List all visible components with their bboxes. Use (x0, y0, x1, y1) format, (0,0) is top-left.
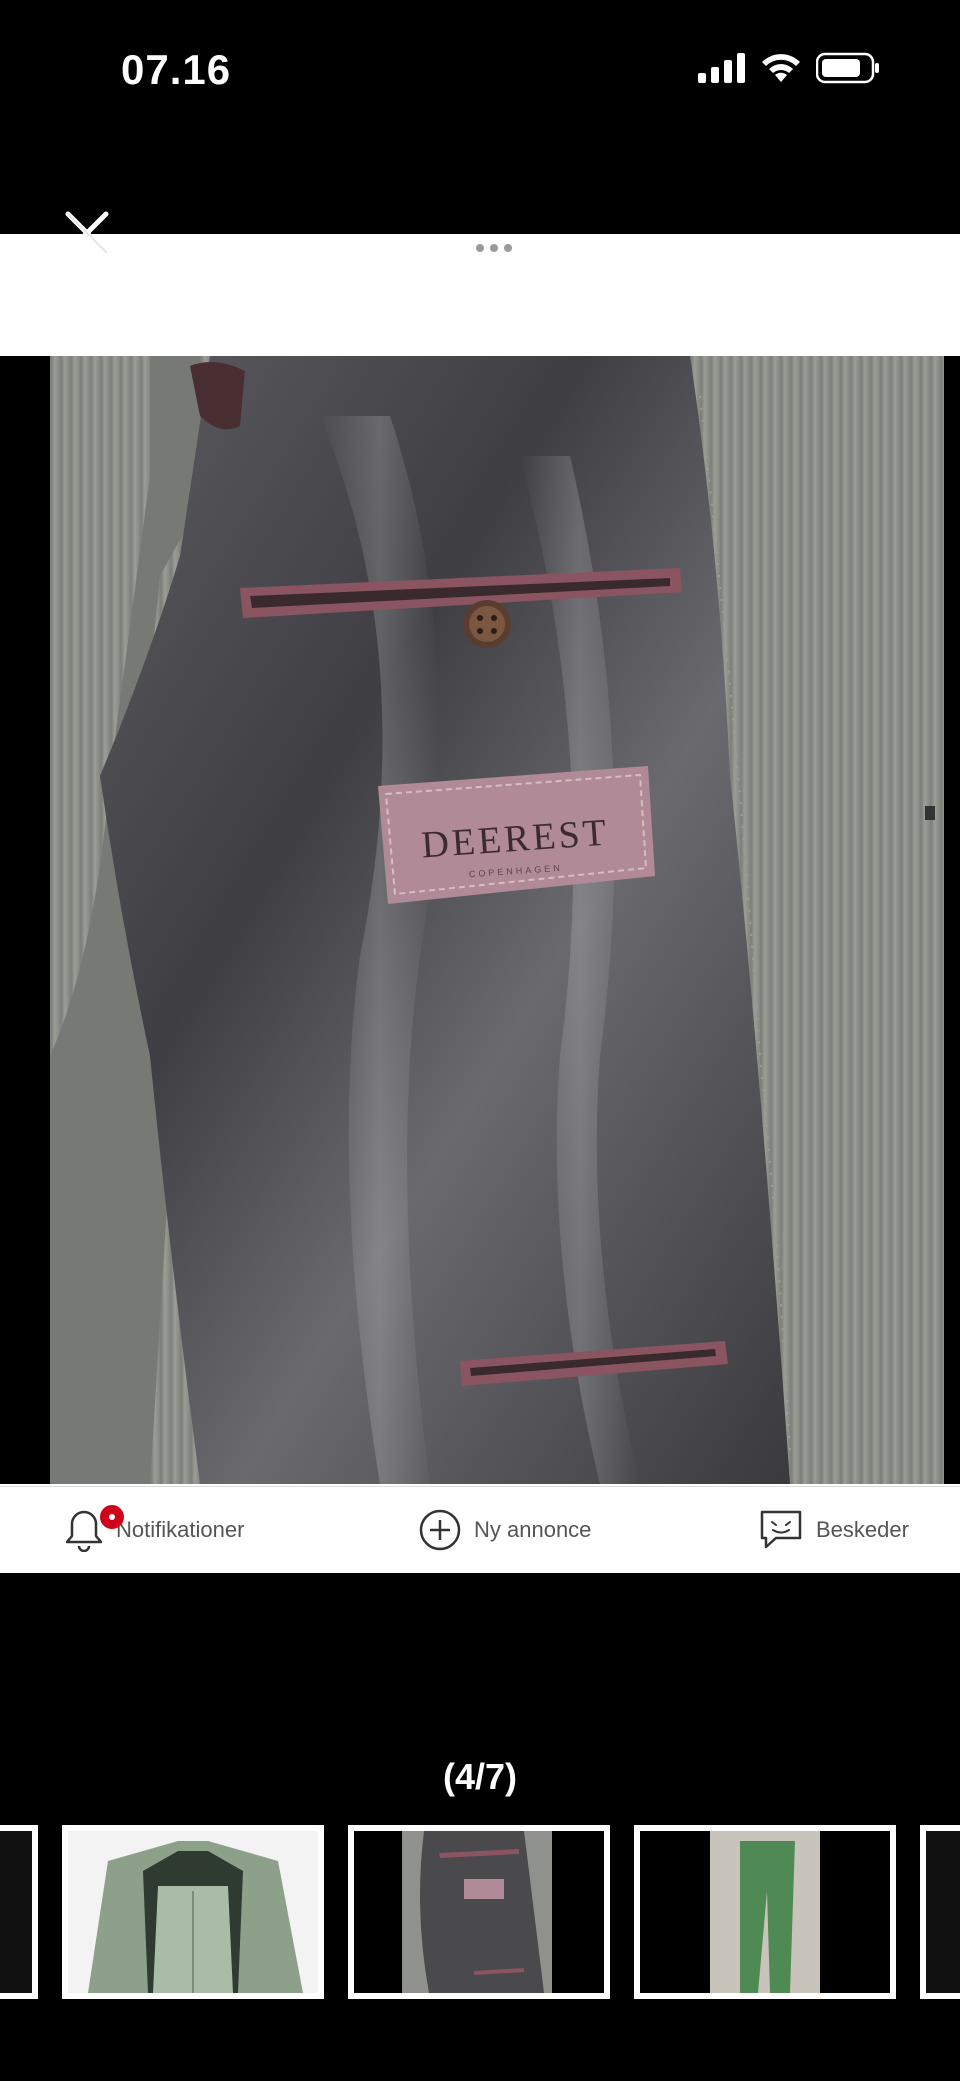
thumbnail-3[interactable] (634, 1825, 896, 1999)
close-icon (65, 211, 109, 255)
status-bar: 07.16 (0, 0, 960, 140)
thumbnail-strip (0, 1825, 960, 1999)
bell-icon (65, 1510, 103, 1552)
thumbnail-partial-previous[interactable] (0, 1825, 38, 1999)
wifi-icon (762, 54, 800, 82)
bottom-nav: Notifikationer Ny annonce Beskeder (0, 1486, 960, 1573)
status-clock: 07.16 (121, 46, 232, 93)
thumbnail-1[interactable] (62, 1825, 324, 1999)
notification-badge (100, 1505, 124, 1529)
thumbnail-image (640, 1831, 890, 1993)
chat-icon (760, 1510, 802, 1549)
nav-item-messages[interactable]: Beskeder (758, 1487, 909, 1573)
thumbnail-partial-next[interactable] (920, 1825, 960, 1999)
thumbnail-image (68, 1831, 318, 1993)
listing-photo[interactable]: DEEREST COPENHAGEN (0, 356, 960, 1484)
nav-notifications-label: Notifikationer (116, 1517, 245, 1542)
thumbnail-image (354, 1831, 604, 1993)
thumbnail-image (0, 1831, 32, 1993)
thumbnail-2-active[interactable] (348, 1825, 610, 1999)
more-dots-icon[interactable] (476, 244, 512, 252)
plus-circle-icon (419, 1509, 461, 1551)
cellular-signal-icon (698, 53, 745, 83)
battery-icon (816, 52, 879, 84)
status-icons (698, 52, 880, 84)
image-counter: (4/7) (442, 1756, 518, 1797)
nav-new-listing-label: Ny annonce (474, 1517, 592, 1542)
thumbnail-image (926, 1831, 960, 1993)
jacket-lining-photo: DEEREST COPENHAGEN (0, 356, 960, 1484)
nav-messages-label: Beskeder (816, 1517, 909, 1542)
close-button[interactable] (60, 206, 114, 260)
nav-item-notifications[interactable]: Notifikationer (64, 1487, 244, 1573)
nav-item-new-listing[interactable]: Ny annonce (418, 1487, 591, 1573)
